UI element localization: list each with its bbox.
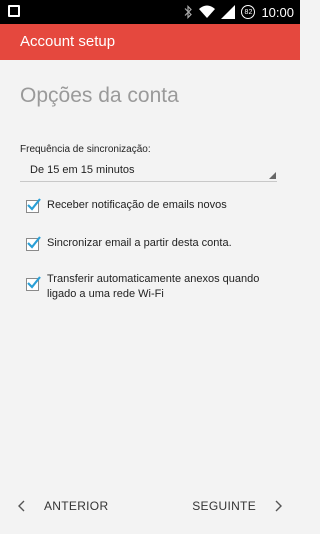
option-auto-download-attachments[interactable]: Transferir automaticamente anexos quando… — [26, 272, 267, 302]
sync-frequency-value: De 15 em 15 minutos — [30, 164, 135, 176]
option-label: Receber notificação de emails novos — [47, 199, 227, 211]
checkbox[interactable] — [26, 276, 41, 291]
app-bar: Account setup — [0, 24, 300, 60]
checkmark-icon — [27, 276, 41, 289]
option-label: Transferir automaticamente anexos quando… — [47, 273, 260, 300]
notification-square-icon — [8, 5, 20, 17]
previous-label: ANTERIOR — [44, 499, 109, 513]
checkmark-icon — [27, 198, 41, 211]
option-sync-email[interactable]: Sincronizar email a partir desta conta. — [26, 236, 232, 251]
page-title: Opções da conta — [20, 84, 179, 107]
next-label: SEGUINTE — [192, 499, 256, 513]
checkmark-icon — [27, 236, 41, 249]
checkbox[interactable] — [26, 198, 41, 213]
next-button[interactable]: SEGUINTE — [192, 499, 282, 513]
sync-frequency-select[interactable]: De 15 em 15 minutos — [20, 160, 277, 182]
chevron-left-icon — [18, 500, 25, 512]
status-bar: 82 10:00 — [0, 0, 300, 24]
bottom-nav: ANTERIOR SEGUINTE — [0, 494, 300, 518]
checkbox[interactable] — [26, 236, 41, 251]
chevron-right-icon — [275, 500, 282, 512]
bluetooth-icon — [185, 5, 193, 19]
option-notify-new-emails[interactable]: Receber notificação de emails novos — [26, 198, 227, 213]
sync-frequency-label: Frequência de sincronização: — [20, 144, 151, 155]
wifi-icon — [199, 5, 216, 18]
app-bar-title: Account setup — [20, 33, 116, 50]
dropdown-corner-icon — [269, 172, 276, 179]
status-icons: 82 10:00 — [183, 0, 294, 24]
cell-signal-icon — [221, 5, 236, 19]
option-label: Sincronizar email a partir desta conta. — [47, 237, 232, 249]
previous-button[interactable]: ANTERIOR — [18, 499, 108, 513]
status-time: 10:00 — [261, 4, 294, 20]
battery-icon: 82 — [241, 5, 256, 19]
